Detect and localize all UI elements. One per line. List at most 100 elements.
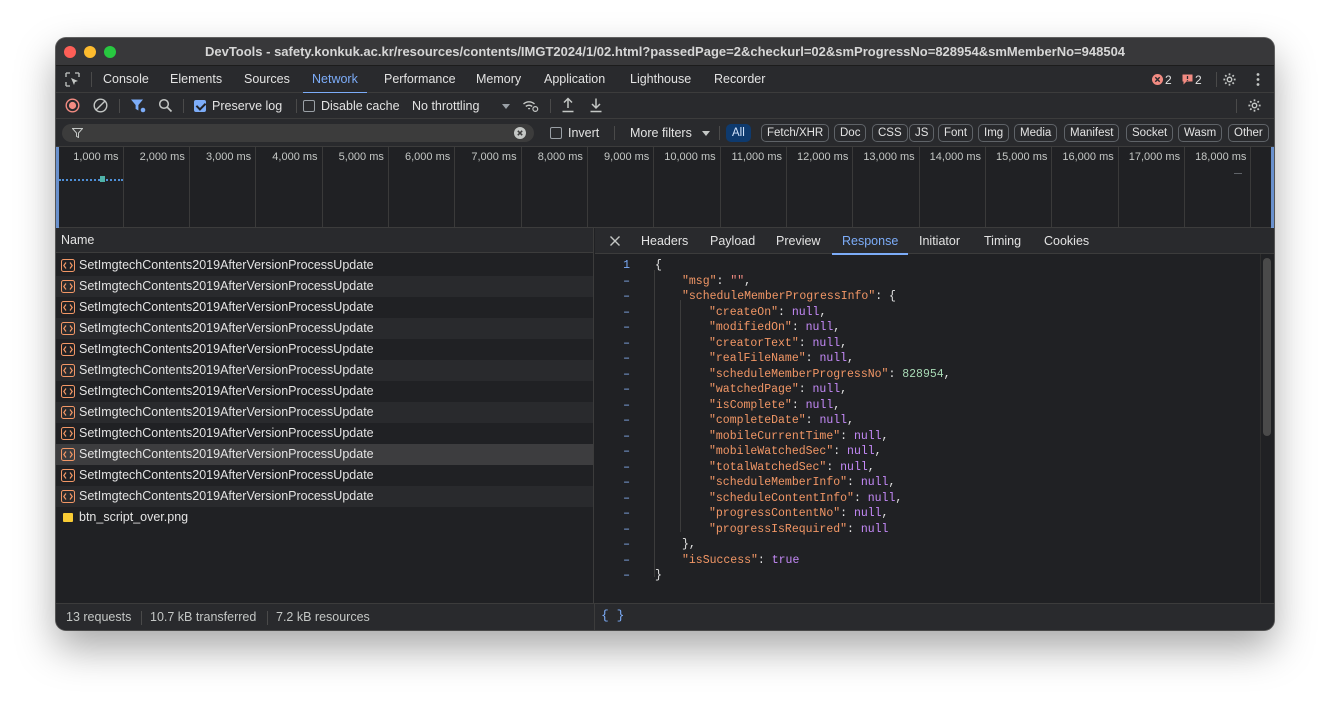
request-row[interactable]: SetImgtechContents2019AfterVersionProces… <box>56 276 593 297</box>
tab-network[interactable]: Network <box>303 66 367 94</box>
issues-counter[interactable]: 2 <box>1152 73 1184 87</box>
detail-tab-response[interactable]: Response <box>832 228 909 255</box>
filter-chip-js[interactable]: JS <box>909 124 935 142</box>
tab-recorder[interactable]: Recorder <box>705 66 774 93</box>
request-row[interactable]: SetImgtechContents2019AfterVersionProces… <box>56 297 593 318</box>
detail-tab-payload[interactable]: Payload <box>700 228 765 254</box>
response-line: "scheduleMemberProgressInfo": { <box>682 290 896 303</box>
request-row[interactable]: SetImgtechContents2019AfterVersionProces… <box>56 339 593 360</box>
request-row[interactable]: SetImgtechContents2019AfterVersionProces… <box>56 423 593 444</box>
import-har-icon[interactable] <box>561 97 575 113</box>
detail-tab-headers[interactable]: Headers <box>631 228 698 254</box>
json-key: "mobileCurrentTime" <box>709 429 841 443</box>
timeline-tick-label: 2,000 ms <box>139 151 185 163</box>
error-count: 2 <box>1165 73 1172 87</box>
export-har-icon[interactable] <box>589 97 603 113</box>
close-detail-icon[interactable] <box>609 235 621 247</box>
line-marker: – <box>623 274 630 288</box>
filter-funnel-icon[interactable] <box>130 98 146 113</box>
invert-checkbox[interactable] <box>550 127 562 139</box>
request-name: SetImgtechContents2019AfterVersionProces… <box>79 447 374 461</box>
response-line: "totalWatchedSec": null, <box>709 460 875 474</box>
json-key: "creatorText" <box>709 336 799 350</box>
filter-icon <box>72 128 83 138</box>
more-filters-dropdown[interactable]: More filters <box>622 123 716 143</box>
detail-tab-timing[interactable]: Timing <box>974 228 1031 254</box>
detail-tab-cookies[interactable]: Cookies <box>1034 228 1099 254</box>
clear-log-icon[interactable] <box>93 98 108 113</box>
detail-tab-initiator[interactable]: Initiator <box>909 228 970 254</box>
tab-lighthouse[interactable]: Lighthouse <box>621 66 700 93</box>
clear-filter-icon[interactable] <box>514 127 526 139</box>
filter-input[interactable] <box>62 124 534 142</box>
json-key: "scheduleMemberProgressNo" <box>709 367 889 381</box>
filter-chip-other[interactable]: Other <box>1228 124 1269 142</box>
request-row[interactable]: btn_script_over.png <box>56 507 593 528</box>
filter-chip-fetch-xhr[interactable]: Fetch/XHR <box>761 124 830 142</box>
filter-chip-all[interactable]: All <box>726 124 751 142</box>
request-row[interactable]: SetImgtechContents2019AfterVersionProces… <box>56 381 593 402</box>
tab-sources[interactable]: Sources <box>235 66 299 93</box>
filter-chip-wasm[interactable]: Wasm <box>1178 124 1223 142</box>
search-icon[interactable] <box>158 98 173 113</box>
name-column-header[interactable]: Name <box>56 228 593 253</box>
json-key: "totalWatchedSec" <box>709 460 827 474</box>
filter-chip-css[interactable]: CSS <box>872 124 908 142</box>
tab-memory[interactable]: Memory <box>467 66 530 93</box>
json-value: null <box>853 507 882 520</box>
pretty-print-button[interactable]: { } <box>601 608 624 623</box>
detail-tab-preview[interactable]: Preview <box>766 228 830 254</box>
request-name: SetImgtechContents2019AfterVersionProces… <box>79 300 374 314</box>
response-line: }, <box>682 537 696 553</box>
disable-cache-checkbox[interactable] <box>303 100 315 112</box>
tab-application[interactable]: Application <box>535 66 614 93</box>
line-marker: – <box>623 321 630 334</box>
json-value: null <box>812 336 841 350</box>
request-row[interactable]: SetImgtechContents2019AfterVersionProces… <box>56 360 593 381</box>
filter-chip-font[interactable]: Font <box>938 124 974 142</box>
network-conditions-icon[interactable] <box>522 98 539 113</box>
timeline-overview[interactable]: 1,000 ms 2,000 ms 3,000 ms 4,000 ms 5,000 ms… <box>56 147 1274 228</box>
request-name: SetImgtechContents2019AfterVersionProces… <box>79 342 374 356</box>
inspect-element-icon[interactable] <box>65 72 80 87</box>
tab-performance[interactable]: Performance <box>375 66 465 93</box>
tab-elements[interactable]: Elements <box>161 66 231 93</box>
throttling-value: No throttling <box>412 99 480 113</box>
network-settings-icon[interactable] <box>1247 98 1262 113</box>
fetch-xhr-icon <box>61 259 75 272</box>
more-options-icon[interactable] <box>1252 72 1264 87</box>
response-line: "msg": "", <box>682 274 752 288</box>
request-row[interactable]: SetImgtechContents2019AfterVersionProces… <box>56 318 593 339</box>
response-line: "progressContentNo": null, <box>709 507 889 520</box>
preserve-log-checkbox[interactable] <box>194 100 206 112</box>
tab-console[interactable]: Console <box>94 66 158 93</box>
stop-recording-icon[interactable] <box>65 98 80 113</box>
filter-chip-doc[interactable]: Doc <box>834 124 867 142</box>
request-row[interactable]: SetImgtechContents2019AfterVersionProces… <box>56 486 593 507</box>
detail-tab-bar: Headers Payload Preview Response Initiat… <box>595 228 1274 255</box>
request-row[interactable]: SetImgtechContents2019AfterVersionProces… <box>56 444 593 465</box>
indent-guide <box>654 270 655 577</box>
request-detail-panel: Headers Payload Preview Response Initiat… <box>595 228 1274 603</box>
fetch-xhr-icon <box>61 322 75 335</box>
request-row[interactable]: SetImgtechContents2019AfterVersionProces… <box>56 402 593 423</box>
json-key: "isSuccess" <box>682 553 758 567</box>
request-row[interactable]: SetImgtechContents2019AfterVersionProces… <box>56 465 593 486</box>
fetch-xhr-icon <box>61 385 75 398</box>
throttling-select[interactable]: No throttling <box>408 96 512 116</box>
title-bar: DevTools - safety.konkuk.ac.kr/resources… <box>56 38 1274 66</box>
filter-chip-img[interactable]: Img <box>978 124 1010 142</box>
response-body[interactable]: 1 – – – – – – – – – – – – – – – – – – – – {"msg": "", "schedu… <box>595 254 1260 603</box>
filter-chip-socket[interactable]: Socket <box>1126 124 1174 142</box>
timeline-tick-label: 17,000 ms <box>1128 151 1181 163</box>
filter-chip-media[interactable]: Media <box>1014 124 1058 142</box>
line-number: 1 <box>623 259 630 272</box>
json-value: null <box>860 476 889 489</box>
filter-chip-manifest[interactable]: Manifest <box>1064 124 1120 142</box>
settings-gear-icon[interactable] <box>1222 72 1237 87</box>
response-scrollbar-thumb[interactable] <box>1263 258 1271 436</box>
overview-right-handle[interactable] <box>1271 147 1274 228</box>
warnings-counter[interactable]: 2 <box>1182 73 1214 87</box>
line-marker: – <box>623 352 630 365</box>
request-row[interactable]: SetImgtechContents2019AfterVersionProces… <box>56 255 593 276</box>
